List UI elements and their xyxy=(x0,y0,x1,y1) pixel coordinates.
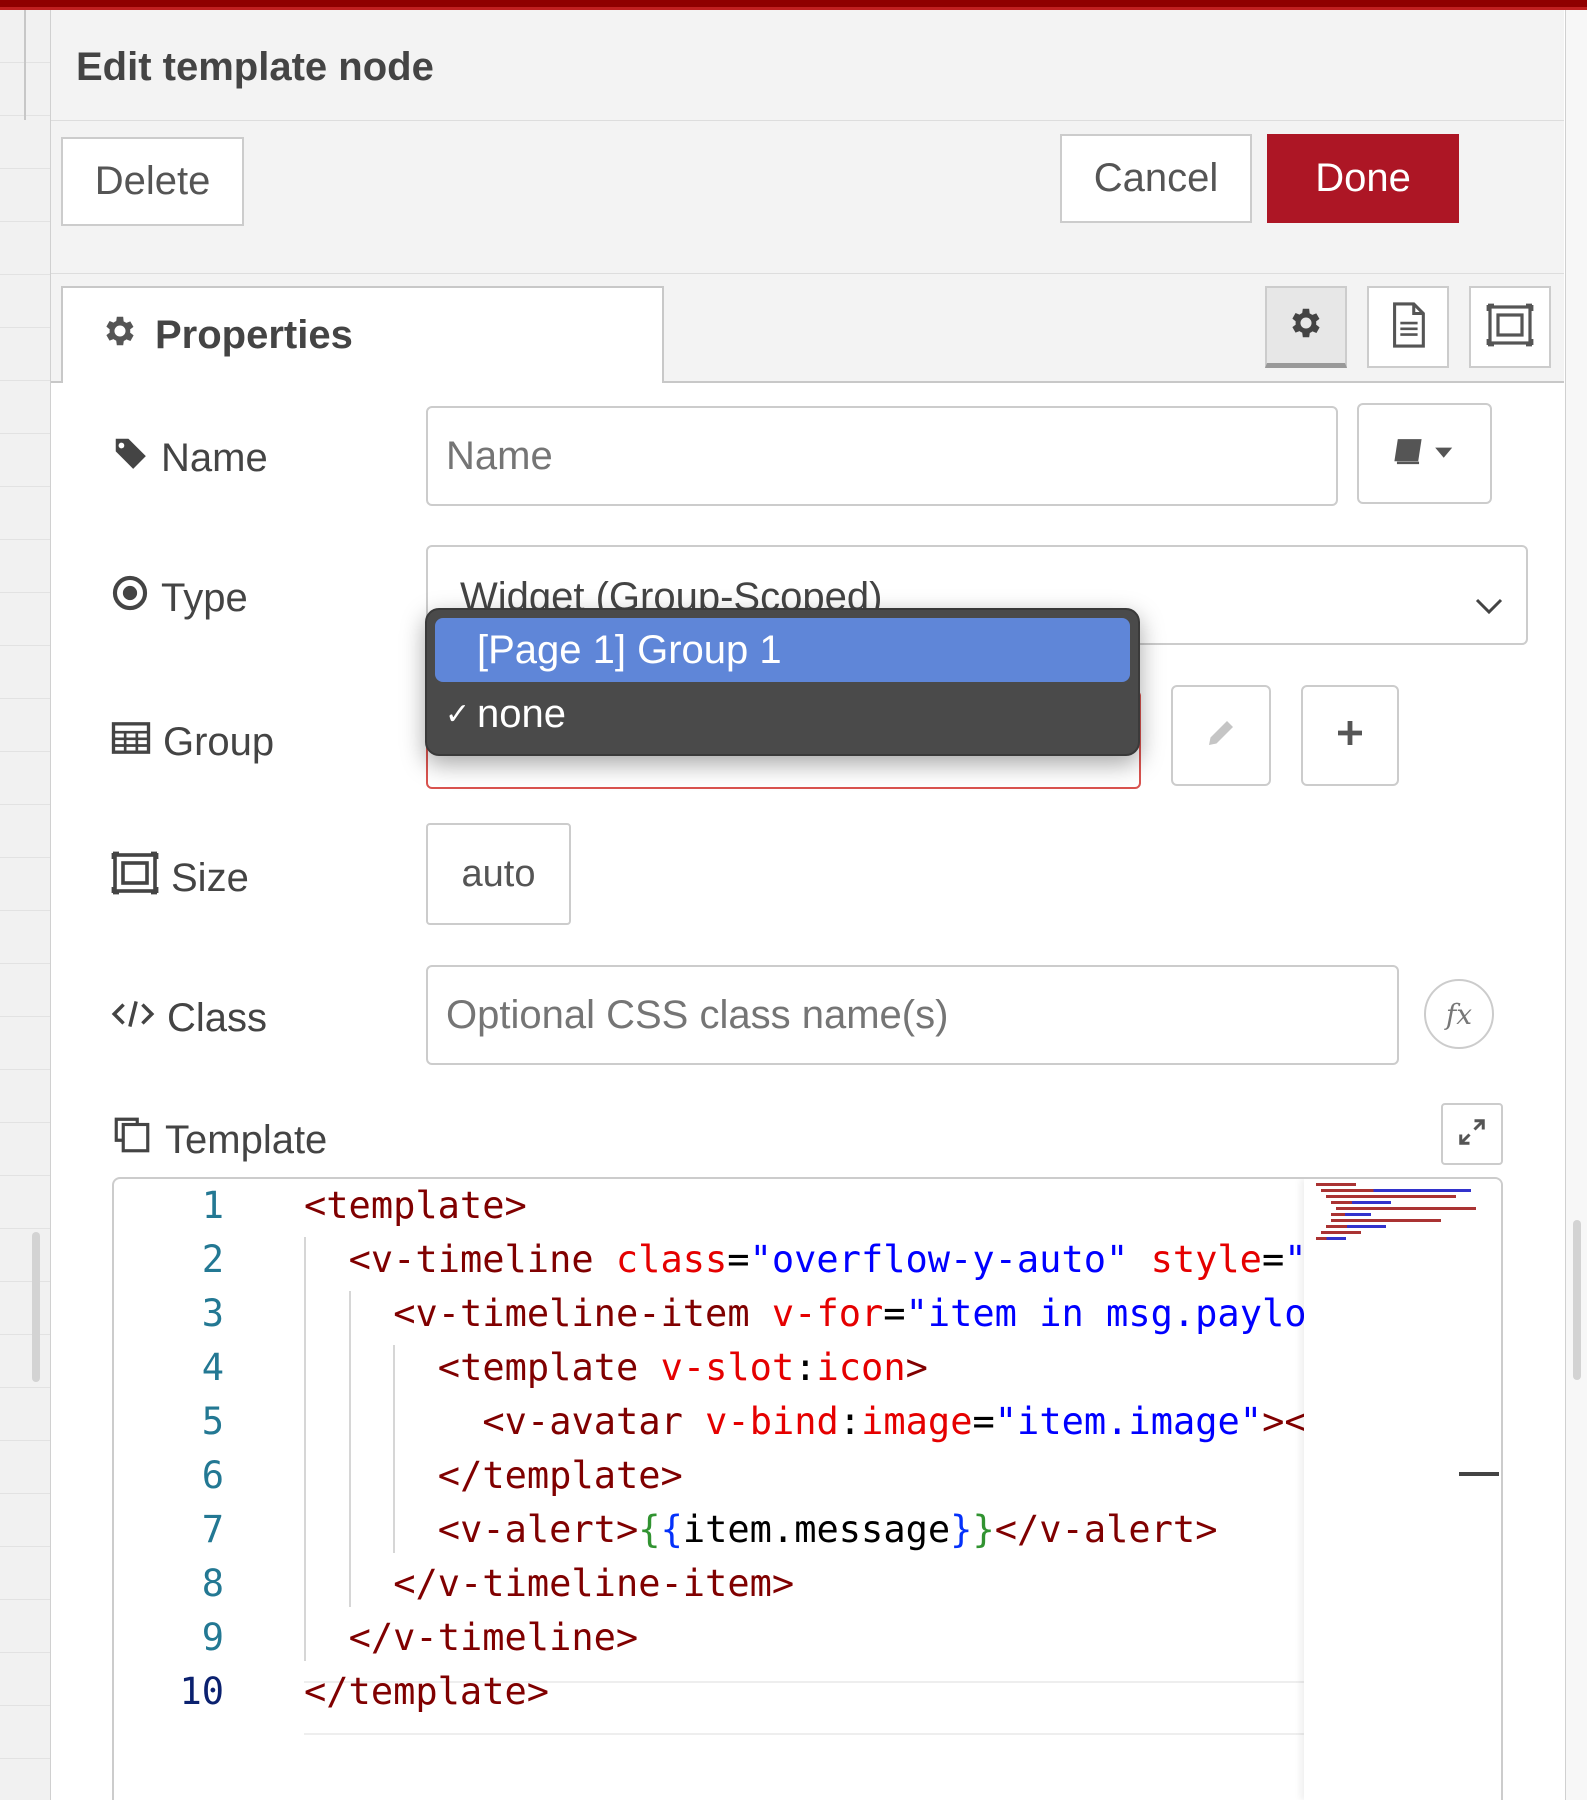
tab-settings[interactable] xyxy=(1265,286,1347,368)
pencil-icon xyxy=(1203,715,1239,756)
copy-icon xyxy=(111,1115,153,1165)
line-number: 4 xyxy=(201,1346,224,1389)
size-label-row: Size xyxy=(111,848,249,908)
code-line: </template> xyxy=(304,1670,550,1713)
node-library-button[interactable] xyxy=(1357,403,1492,504)
gear-icon xyxy=(101,312,139,360)
minimap-line xyxy=(1336,1207,1476,1210)
line-number: 9 xyxy=(201,1616,224,1659)
fx-button[interactable]: fx xyxy=(1424,979,1494,1049)
document-icon xyxy=(1388,301,1428,353)
minimap-scroll-indicator[interactable] xyxy=(1459,1472,1499,1476)
frame-icon xyxy=(1486,303,1534,352)
name-input[interactable] xyxy=(426,406,1338,506)
template-label: Template xyxy=(165,1117,328,1162)
dialog-toolbar: Delete Cancel Done xyxy=(51,121,1564,274)
expand-editor-button[interactable] xyxy=(1441,1103,1503,1165)
table-icon xyxy=(111,720,151,765)
line-number: 8 xyxy=(201,1562,224,1605)
size-button[interactable]: auto xyxy=(426,823,571,925)
minimap-line xyxy=(1331,1201,1391,1204)
code-line: </v-timeline> xyxy=(348,1616,639,1659)
book-icon xyxy=(1390,434,1460,473)
template-label-row: Template xyxy=(111,1110,327,1170)
indent-guide xyxy=(393,1345,396,1553)
done-button[interactable]: Done xyxy=(1267,134,1459,223)
name-label-row: Name xyxy=(111,428,268,488)
line-number: 6 xyxy=(201,1454,224,1497)
name-label: Name xyxy=(161,435,268,480)
code-line: <v-alert>{{item.message}}</v-alert> xyxy=(437,1508,1218,1551)
indent-guide xyxy=(304,1237,306,1661)
code-line: </template> xyxy=(437,1454,683,1497)
code-line: <v-avatar v-bind:image="item.image"></v-… xyxy=(482,1400,1304,1443)
line-number: 10 xyxy=(179,1670,224,1713)
dropdown-option-none[interactable]: ✓ none xyxy=(435,682,1130,746)
code-line: </v-timeline-item> xyxy=(393,1562,795,1605)
tab-bar: Properties xyxy=(51,274,1564,383)
size-label: Size xyxy=(171,855,249,900)
code-area[interactable]: 1 2 3 4 5 6 7 8 9 10 <template> <v-timeline class="… xyxy=(114,1179,1304,1800)
indent-guide xyxy=(348,1291,351,1607)
dropdown-option-page1-group1[interactable]: [Page 1] Group 1 xyxy=(435,618,1130,682)
dialog-title: Edit template node xyxy=(76,45,434,89)
delete-button[interactable]: Delete xyxy=(61,137,244,226)
dialog-header: Edit template node xyxy=(51,10,1564,121)
class-input[interactable] xyxy=(426,965,1399,1065)
minimap-line xyxy=(1316,1183,1356,1186)
minimap-line xyxy=(1331,1213,1371,1216)
workspace-right-edge xyxy=(1565,10,1587,1800)
expand-icon xyxy=(1457,1117,1487,1152)
line-number: 2 xyxy=(201,1238,224,1281)
tab-description[interactable] xyxy=(1367,286,1449,368)
minimap-line xyxy=(1316,1237,1346,1240)
line-number: 5 xyxy=(201,1400,224,1443)
minimap-line xyxy=(1326,1195,1456,1198)
code-line: <template v-slot:icon> xyxy=(437,1346,928,1389)
code-icon xyxy=(111,996,155,1041)
group-label-row: Group xyxy=(111,712,274,772)
checkmark-icon: ✓ xyxy=(445,697,471,731)
top-accent-bar xyxy=(0,0,1587,10)
code-editor[interactable]: 1 2 3 4 5 6 7 8 9 10 <template> <v-timeline class="… xyxy=(112,1177,1503,1800)
frame-icon xyxy=(111,851,159,905)
tab-appearance[interactable] xyxy=(1469,286,1551,368)
minimap-line xyxy=(1321,1189,1471,1192)
group-label: Group xyxy=(163,719,275,764)
class-label-row: Class xyxy=(111,988,267,1048)
type-label: Type xyxy=(161,575,248,620)
line-number: 7 xyxy=(201,1508,224,1551)
gear-icon xyxy=(1287,304,1325,347)
tab-properties[interactable]: Properties xyxy=(61,286,664,383)
code-minimap[interactable] xyxy=(1304,1179,1501,1800)
plus-icon xyxy=(1334,717,1366,754)
code-line: <template> xyxy=(304,1184,527,1227)
minimap-line xyxy=(1331,1219,1441,1222)
group-dropdown-menu: [Page 1] Group 1 ✓ none xyxy=(425,608,1140,756)
add-group-button[interactable] xyxy=(1301,685,1399,786)
workspace-scrollbar[interactable] xyxy=(32,1232,40,1382)
class-label: Class xyxy=(167,995,268,1040)
edit-node-dialog: Edit template node Delete Cancel Done Pr… xyxy=(51,10,1564,1800)
workspace-left-edge xyxy=(0,10,51,1800)
tab-properties-label: Properties xyxy=(155,313,353,357)
cancel-button[interactable]: Cancel xyxy=(1060,134,1252,223)
radio-target-icon xyxy=(111,574,149,622)
code-line: <v-timeline class="overflow-y-auto" styl… xyxy=(348,1238,1304,1281)
edit-group-button[interactable] xyxy=(1171,685,1271,786)
minimap-line xyxy=(1326,1225,1386,1228)
line-number: 3 xyxy=(201,1292,224,1335)
tag-icon xyxy=(111,434,149,482)
dialog-scrollbar[interactable] xyxy=(1573,1220,1581,1380)
minimap-line xyxy=(1321,1231,1361,1234)
chevron-down-icon xyxy=(1474,581,1504,626)
line-number: 1 xyxy=(201,1184,224,1227)
type-label-row: Type xyxy=(111,568,248,628)
code-line: <v-timeline-item v-for="item in msg.payl… xyxy=(393,1292,1304,1335)
